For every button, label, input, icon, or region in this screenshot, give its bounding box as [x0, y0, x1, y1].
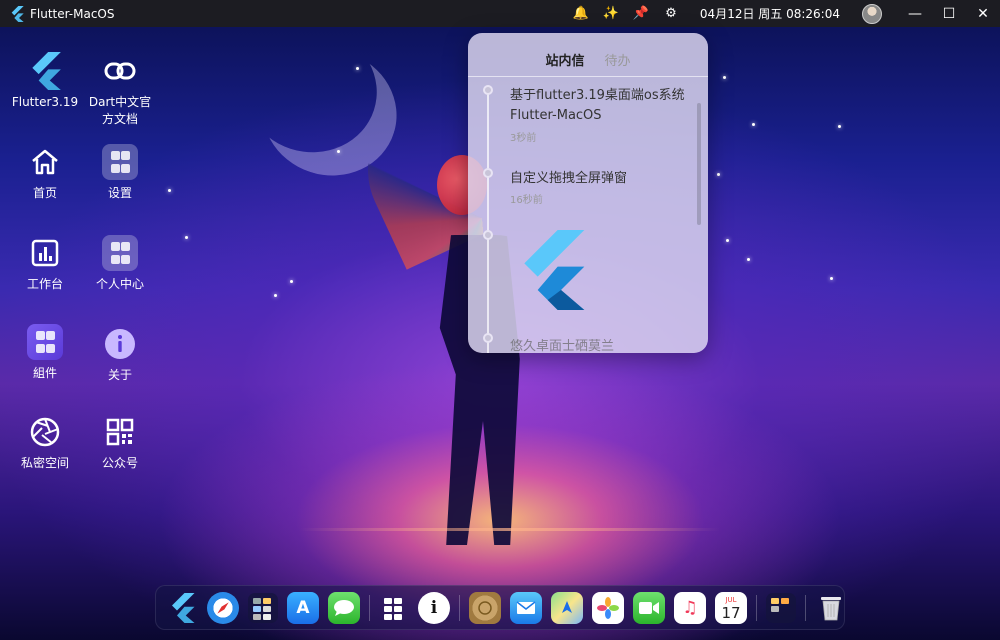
flutter-logo-icon: [524, 230, 585, 310]
dock-separator: [369, 594, 370, 621]
desktop-icon-label: Flutter3.19: [11, 95, 79, 109]
flutter-icon: [26, 52, 64, 90]
menu-bar: Flutter-MacOS 🔔 ✨ 📌 ⚙ 04月12日 周五 08:26:04…: [0, 0, 1000, 27]
star-decoration: [747, 258, 750, 261]
music-icon[interactable]: ♫: [674, 591, 706, 624]
dock: A i ♫ JUL 17: [155, 585, 845, 630]
messages-icon[interactable]: [328, 591, 360, 624]
calendar-icon[interactable]: JUL 17: [715, 591, 747, 624]
desktop-icon-label: 公众号: [101, 456, 138, 470]
star-decoration: [726, 239, 729, 242]
personal-widget-icon: [101, 234, 139, 272]
dock-separator: [805, 594, 806, 621]
link-icon: [101, 52, 139, 90]
qr-code-icon: [101, 413, 139, 451]
timeline-dot: [483, 168, 493, 178]
timeline-dot: [483, 85, 493, 95]
flutter-icon[interactable]: [166, 592, 198, 624]
notification-time: 3秒前: [510, 133, 537, 144]
star-decoration: [274, 294, 277, 297]
calendar-month: JUL: [725, 595, 737, 604]
desktop-icon-about[interactable]: 关于: [82, 325, 158, 384]
app-store-icon[interactable]: A: [287, 591, 319, 624]
datetime-display[interactable]: 04月12日 周五 08:26:04: [686, 5, 850, 22]
settings-grid-icon[interactable]: [379, 593, 409, 623]
minimize-button[interactable]: —: [898, 0, 932, 27]
star-decoration: [723, 76, 726, 79]
desktop-icon-flutter[interactable]: Flutter3.19: [7, 52, 83, 111]
trash-icon[interactable]: [815, 592, 847, 624]
desktop-icon-dart-docs[interactable]: Dart中文官方文档: [82, 52, 158, 128]
desktop-icon-widgets[interactable]: 組件: [7, 323, 83, 382]
maximize-button[interactable]: ☐: [932, 0, 966, 27]
desktop-icon-settings[interactable]: 设置: [82, 143, 158, 202]
notification-title[interactable]: 自定义拖拽全屏弹窗: [510, 169, 696, 189]
notification-title-partial: 悠久卓面士硒莫兰: [510, 339, 615, 353]
tab-messages[interactable]: 站内信: [545, 50, 584, 69]
widgets-icon[interactable]: [248, 592, 278, 623]
calendar-day: 17: [721, 603, 741, 622]
desktop-icon-label: 工作台: [26, 277, 63, 291]
safari-icon[interactable]: [207, 591, 239, 624]
gear-icon[interactable]: ⚙: [656, 0, 686, 27]
panel-tabs: 站内信 待办: [468, 50, 708, 69]
desktop-icon-label: Dart中文官方文档: [88, 95, 152, 126]
desktop-icon-official-account[interactable]: 公众号: [82, 413, 158, 472]
magic-wand-icon[interactable]: ✨: [596, 0, 626, 27]
star-decoration: [838, 125, 841, 128]
coin-icon[interactable]: [469, 591, 501, 624]
photos-icon[interactable]: [592, 591, 624, 624]
timeline-dot: [483, 333, 493, 343]
timeline-dot: [483, 230, 493, 240]
timeline-line: [487, 89, 489, 353]
home-icon: [26, 143, 64, 181]
widgets-icon: [26, 323, 64, 361]
dock-separator: [459, 594, 460, 621]
close-button[interactable]: ✕: [966, 0, 1000, 27]
desktop-icon-label: 个人中心: [95, 277, 144, 291]
info-icon[interactable]: i: [418, 591, 450, 624]
star-decoration: [290, 280, 293, 283]
panel-divider: [468, 76, 708, 77]
desktop-icon-label: 組件: [32, 366, 57, 380]
tab-todo[interactable]: 待办: [605, 50, 631, 69]
desktop-icon-workbench[interactable]: 工作台: [7, 234, 83, 293]
notification-panel: 站内信 待办 基于flutter3.19桌面端os系统Flutter-MacOS…: [468, 33, 708, 353]
window-title-area: Flutter-MacOS: [0, 5, 115, 22]
desktop-icon-label: 关于: [107, 368, 132, 382]
star-decoration: [830, 277, 833, 280]
bell-icon[interactable]: 🔔: [566, 0, 596, 27]
desktop-icon-personal-center[interactable]: 个人中心: [82, 234, 158, 293]
desktop-icon-label: 设置: [107, 186, 132, 200]
star-decoration: [185, 236, 188, 239]
desktop-icon-home[interactable]: 首页: [7, 143, 83, 202]
mail-icon[interactable]: [510, 591, 542, 624]
menu-bar-right: 🔔 ✨ 📌 ⚙ 04月12日 周五 08:26:04 — ☐ ✕: [566, 0, 1000, 27]
flutter-logo-icon: [11, 5, 24, 22]
settings-widget-icon: [101, 143, 139, 181]
maps-icon[interactable]: [551, 591, 583, 624]
bar-chart-icon: [26, 234, 64, 272]
desktop-icon-label: 私密空间: [20, 456, 69, 470]
star-decoration: [717, 173, 720, 176]
desktop-icon-private-space[interactable]: 私密空间: [7, 413, 83, 472]
notification-time: 16秒前: [510, 195, 543, 206]
panel-scrollbar[interactable]: [697, 103, 701, 225]
horizon-glow: [300, 528, 720, 531]
avatar[interactable]: [862, 3, 882, 24]
folder-icon[interactable]: [766, 592, 796, 623]
notification-title[interactable]: 基于flutter3.19桌面端os系统Flutter-MacOS: [510, 86, 696, 126]
dock-separator: [756, 594, 757, 621]
info-icon: [101, 325, 139, 363]
window-title: Flutter-MacOS: [30, 6, 115, 21]
aperture-icon: [26, 413, 64, 451]
star-decoration: [337, 150, 340, 153]
star-decoration: [752, 123, 755, 126]
desktop-icon-label: 首页: [32, 186, 57, 200]
facetime-icon[interactable]: [633, 591, 665, 624]
pin-icon[interactable]: 📌: [626, 0, 656, 27]
star-decoration: [168, 189, 171, 192]
star-decoration: [356, 67, 359, 70]
